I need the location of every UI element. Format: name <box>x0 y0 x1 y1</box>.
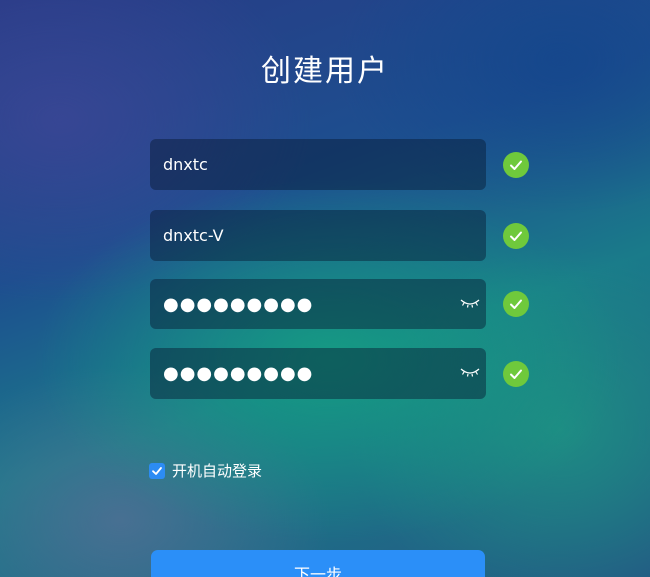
next-button[interactable]: 下一步 <box>151 550 485 577</box>
username-valid-icon <box>503 152 529 178</box>
autologin-option[interactable]: 开机自动登录 <box>149 460 262 481</box>
password-valid-icon <box>503 291 529 317</box>
checkbox-checked-icon <box>152 466 162 475</box>
autologin-checkbox[interactable] <box>149 462 165 479</box>
password-field[interactable]: ●●●●●●●●● <box>150 279 486 329</box>
eye-closed-icon[interactable] <box>460 295 480 309</box>
password-value: ●●●●●●●●● <box>163 293 314 315</box>
eye-closed-icon[interactable] <box>460 364 480 378</box>
password-confirm-value: ●●●●●●●●● <box>163 363 314 384</box>
password-confirm-valid-icon <box>503 361 529 387</box>
fullname-field[interactable]: dnxtc-V <box>150 210 486 261</box>
username-value: dnxtc <box>163 155 208 174</box>
fullname-valid-icon <box>503 223 529 249</box>
username-field[interactable]: dnxtc <box>150 139 486 190</box>
autologin-label: 开机自动登录 <box>172 462 263 480</box>
fullname-value: dnxtc-V <box>163 226 224 245</box>
password-confirm-field[interactable]: ●●●●●●●●● <box>150 348 486 399</box>
page-title: 创建用户 <box>261 54 389 89</box>
